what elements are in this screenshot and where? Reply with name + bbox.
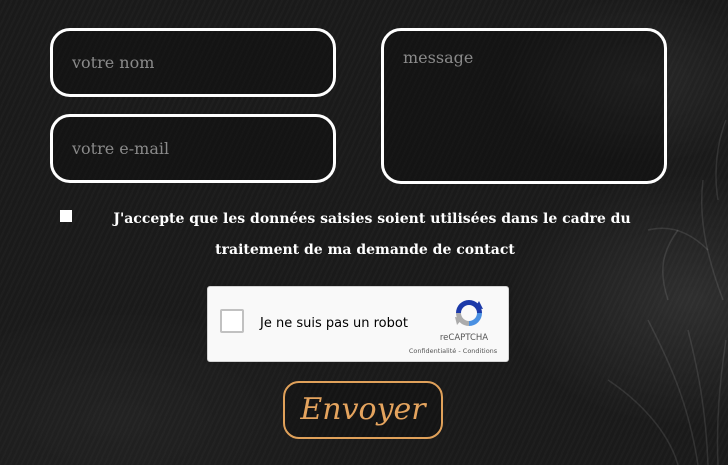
message-field[interactable] (381, 28, 667, 184)
privacy-link[interactable]: Confidentialité (409, 347, 456, 355)
recaptcha-logo-icon (455, 300, 483, 326)
recaptcha-links: Confidentialité - Conditions (388, 347, 518, 355)
email-field[interactable] (50, 114, 336, 183)
consent-text: J'accepte que les données saisies soient… (113, 211, 631, 258)
recaptcha-label: Je ne suis pas un robot (260, 316, 408, 331)
email-input[interactable] (53, 117, 333, 180)
recaptcha-checkbox[interactable] (220, 309, 244, 333)
message-textarea[interactable] (384, 31, 664, 181)
consent-label: J'accepte que les données saisies soient… (60, 204, 670, 266)
name-field[interactable] (50, 28, 336, 97)
recaptcha-widget: Je ne suis pas un robot reCAPTCHA Confid… (207, 286, 509, 362)
terms-link[interactable]: Conditions (463, 347, 497, 355)
recaptcha-brand: reCAPTCHA (439, 333, 489, 343)
name-input[interactable] (53, 31, 333, 94)
submit-button[interactable]: Envoyer (283, 381, 443, 439)
